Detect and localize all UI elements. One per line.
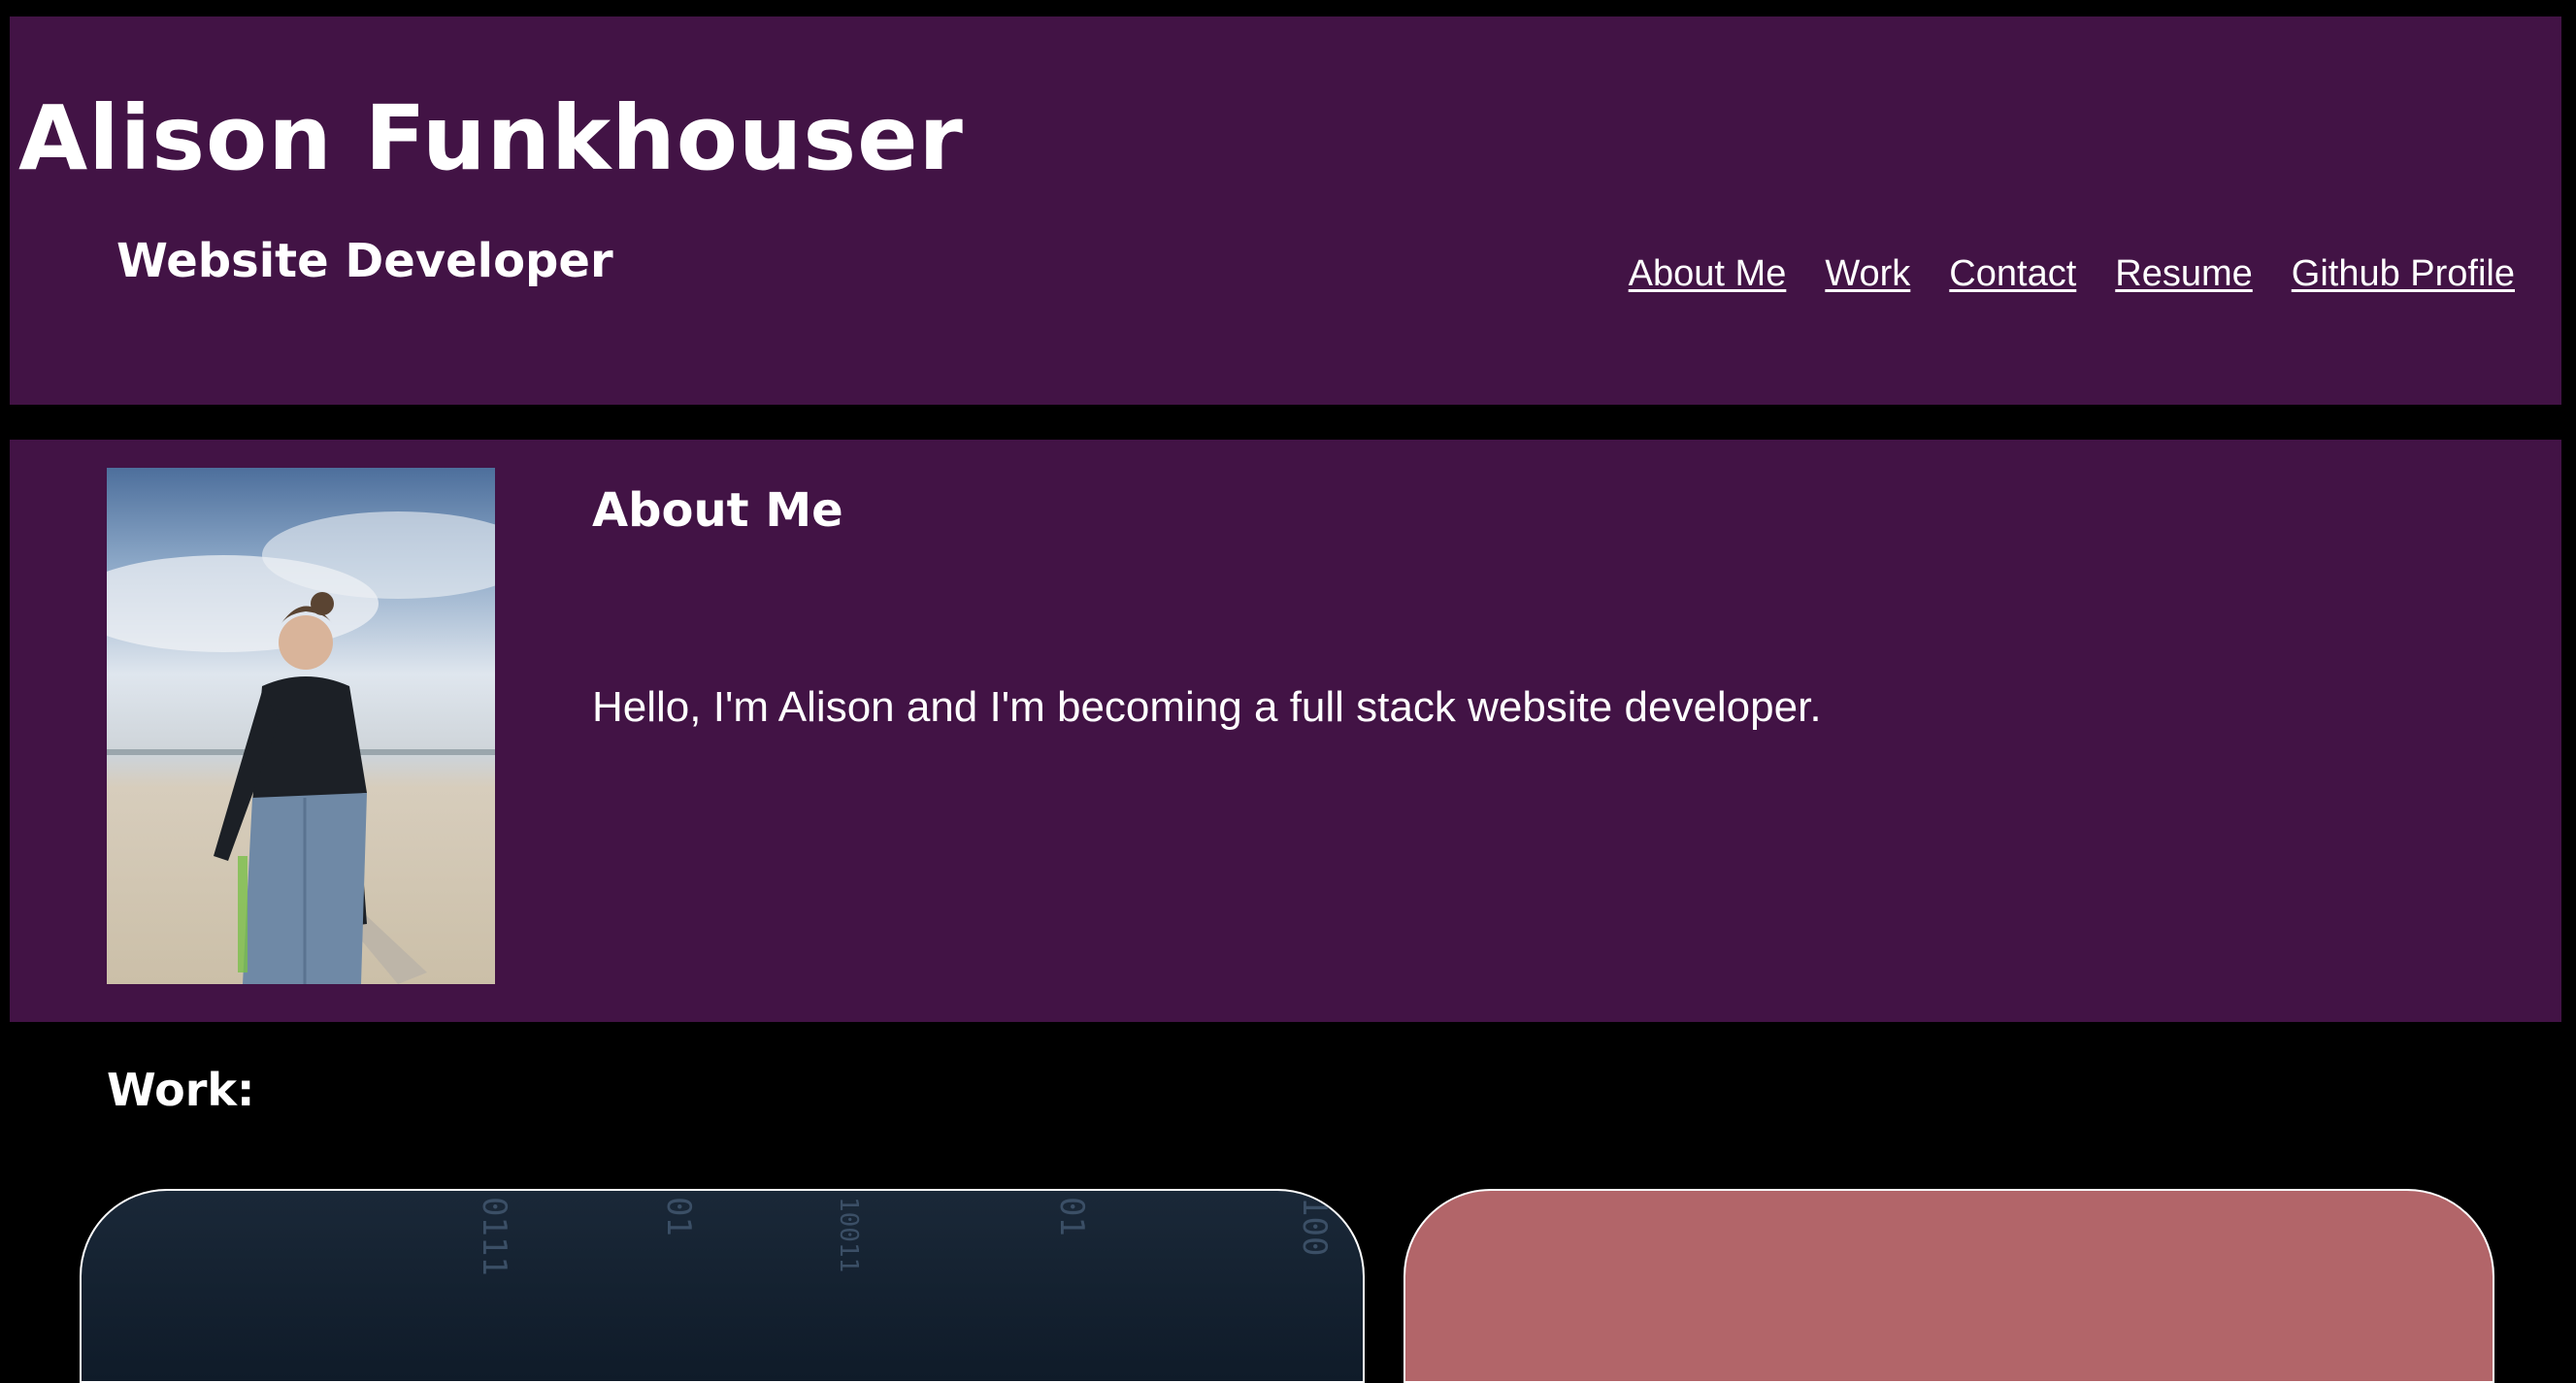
nav-link-resume[interactable]: Resume <box>2115 255 2253 292</box>
profile-photo <box>107 468 495 984</box>
binary-pattern-decoration: 100 <box>1295 1197 1334 1257</box>
nav-link-github-profile[interactable]: Github Profile <box>2292 255 2515 292</box>
binary-pattern-decoration: 0111 <box>475 1197 513 1276</box>
about-heading: About Me <box>592 483 843 538</box>
nav-link-contact[interactable]: Contact <box>1949 255 2076 292</box>
binary-pattern-decoration: 01 <box>1052 1197 1091 1236</box>
binary-pattern-decoration: 01 <box>659 1197 698 1236</box>
nav-link-about-me[interactable]: About Me <box>1629 255 1787 292</box>
site-title: Alison Funkhouser <box>18 86 964 190</box>
main-nav: About Me Work Contact Resume Github Prof… <box>1629 255 2515 292</box>
about-section: About Me Hello, I'm Alison and I'm becom… <box>10 440 2561 1022</box>
profile-photo-illustration <box>107 511 495 984</box>
about-text: Hello, I'm Alison and I'm becoming a ful… <box>592 683 1822 731</box>
binary-pattern-decoration: 10011 <box>834 1197 863 1273</box>
nav-link-work[interactable]: Work <box>1825 255 1910 292</box>
work-card-1[interactable]: 0111 01 10011 01 100 <box>80 1189 1365 1383</box>
site-header: Alison Funkhouser Website Developer Abou… <box>10 16 2561 405</box>
work-heading: Work: <box>107 1064 255 1116</box>
work-card-2[interactable] <box>1404 1189 2494 1383</box>
site-subtitle: Website Developer <box>116 234 613 288</box>
